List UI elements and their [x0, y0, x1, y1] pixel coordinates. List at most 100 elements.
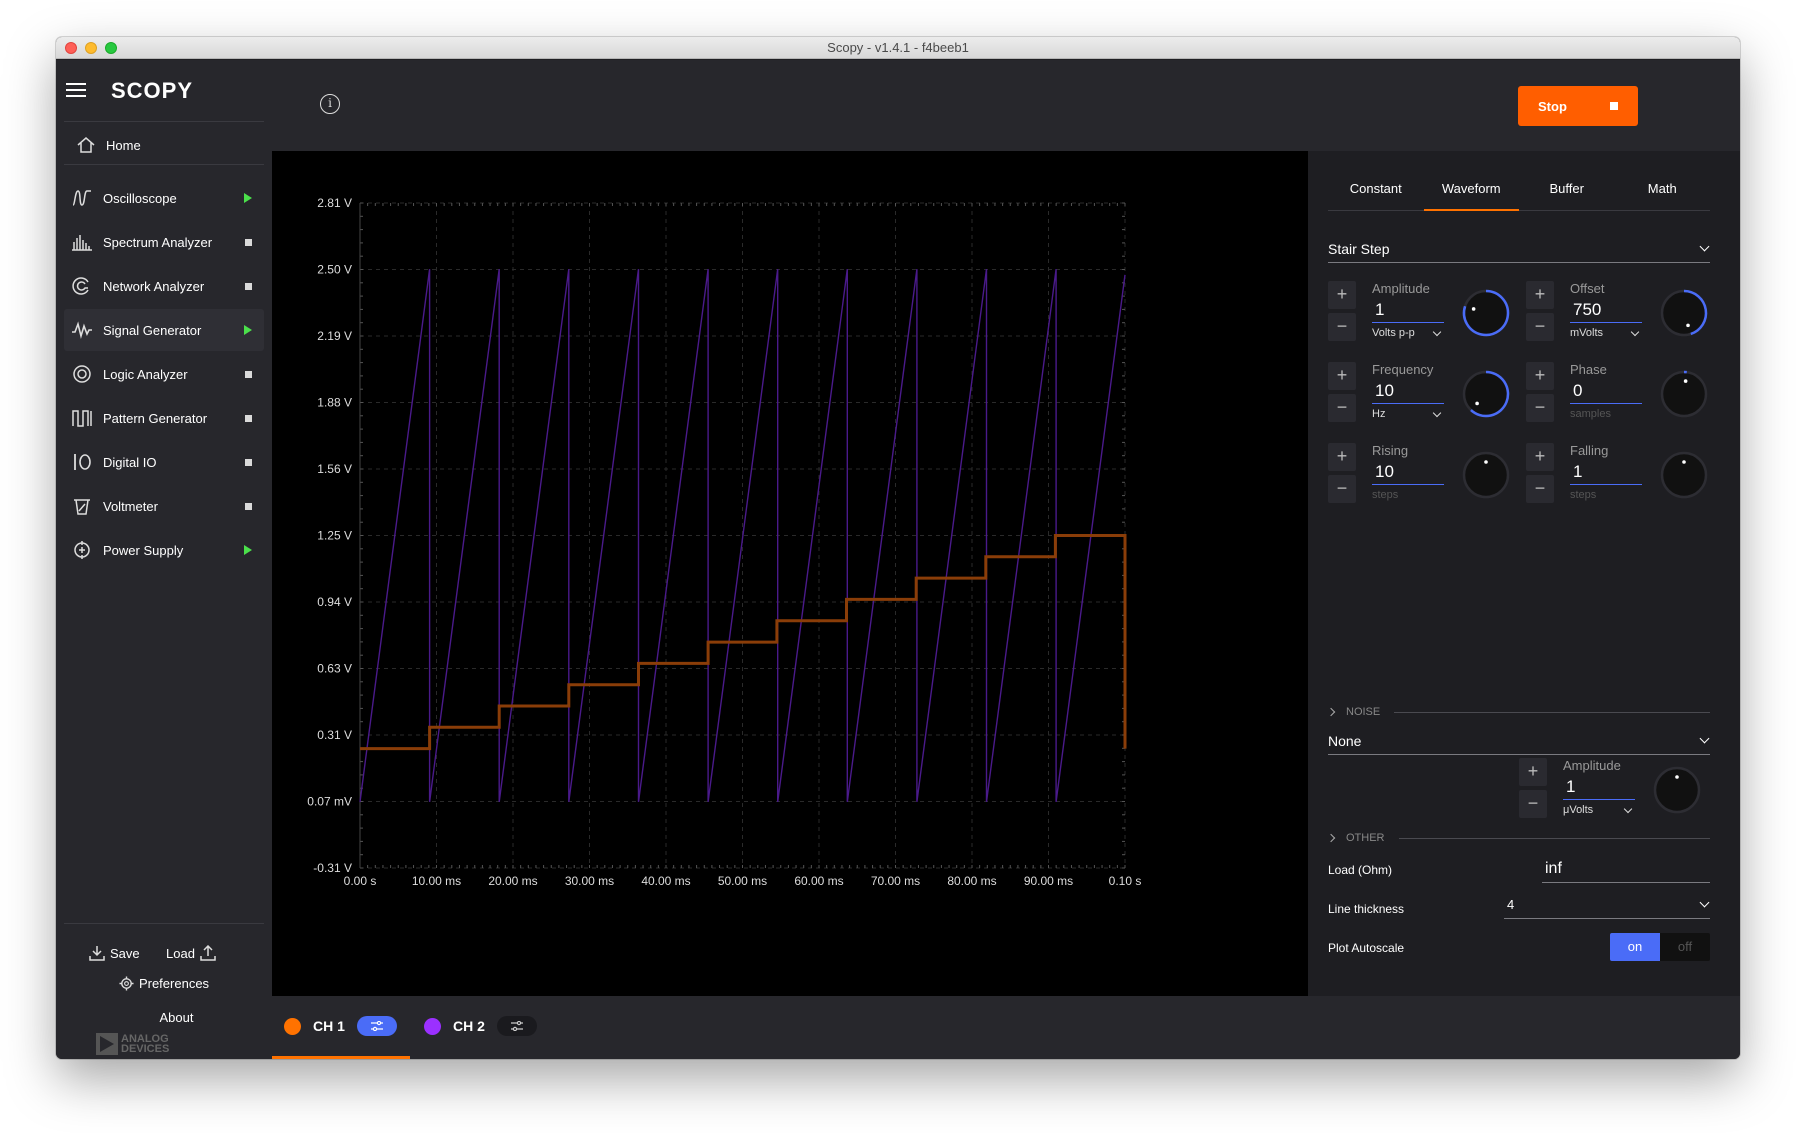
frequency-minus-button[interactable]: −	[1328, 394, 1356, 422]
divider	[64, 164, 264, 165]
about-button[interactable]: About	[56, 1010, 272, 1025]
sidebar-item-signal-generator[interactable]: Signal Generator	[64, 309, 264, 351]
chevron-right-icon	[1326, 707, 1336, 717]
offset-minus-button[interactable]: −	[1526, 313, 1554, 341]
frequency-knob[interactable]	[1460, 368, 1512, 420]
waveform-type-select[interactable]: Stair Step	[1328, 235, 1710, 263]
channel-2[interactable]: CH 2	[424, 1011, 537, 1041]
home-label: Home	[106, 137, 141, 153]
offset-unit-select[interactable]: mVolts	[1570, 327, 1642, 339]
stop-indicator-icon[interactable]	[245, 238, 252, 246]
noise-amplitude-unit-select[interactable]: μVolts	[1563, 804, 1635, 816]
run-indicator-icon[interactable]	[244, 545, 252, 555]
knob-indicator	[1686, 323, 1690, 328]
stop-indicator-icon[interactable]	[245, 502, 252, 510]
stop-indicator-icon[interactable]	[245, 282, 252, 290]
stop-square-icon	[1610, 102, 1618, 110]
frequency-plus-button[interactable]: +	[1328, 362, 1356, 390]
sidebar-item-spectrum-analyzer[interactable]: Spectrum Analyzer	[64, 221, 264, 263]
rising-knob[interactable]	[1460, 449, 1512, 501]
noise-amplitude-plus-button[interactable]: +	[1519, 758, 1547, 786]
run-indicator-icon[interactable]	[244, 325, 252, 335]
toggle-off[interactable]: off	[1660, 933, 1710, 961]
preferences-button[interactable]: Preferences	[119, 976, 209, 991]
rising-input[interactable]: 10	[1372, 461, 1444, 485]
plot-autoscale-toggle[interactable]: on off	[1610, 933, 1710, 961]
noise-amplitude-minus-button[interactable]: −	[1519, 790, 1547, 818]
channel-2-settings-icon[interactable]	[496, 1016, 537, 1036]
tab-math[interactable]: Math	[1615, 171, 1711, 210]
x-tick-label: 90.00 ms	[1024, 874, 1073, 888]
hamburger-menu-icon[interactable]	[66, 83, 86, 97]
offset-input[interactable]: 750	[1570, 299, 1642, 323]
phase-input[interactable]: 0	[1570, 380, 1642, 404]
run-indicator-icon[interactable]	[244, 193, 252, 203]
frequency-input[interactable]: 10	[1372, 380, 1444, 404]
noise-type-select[interactable]: None	[1328, 727, 1710, 755]
digital-io-icon	[71, 451, 93, 473]
x-tick-label: 40.00 ms	[641, 874, 690, 888]
sidebar-item-oscilloscope[interactable]: Oscilloscope	[64, 177, 264, 219]
rising-spinbox: + − Rising 10 steps	[1328, 443, 1526, 523]
home-icon	[77, 137, 95, 153]
stop-indicator-icon[interactable]	[245, 458, 252, 466]
noise-amplitude-input[interactable]: 1	[1563, 776, 1635, 800]
frequency-unit-select[interactable]: Hz	[1372, 408, 1444, 420]
line-thickness-select[interactable]: 4	[1504, 891, 1710, 919]
rising-minus-button[interactable]: −	[1328, 475, 1356, 503]
oscilloscope-icon	[71, 187, 93, 209]
close-window-button[interactable]	[65, 42, 77, 54]
save-icon	[89, 946, 105, 961]
offset-knob[interactable]	[1658, 287, 1710, 339]
amplitude-knob[interactable]	[1460, 287, 1512, 339]
sidebar-item-power-supply[interactable]: Power Supply	[64, 529, 264, 571]
sidebar-item-digital-io[interactable]: Digital IO	[64, 441, 264, 483]
sidebar-item-pattern-generator[interactable]: Pattern Generator	[64, 397, 264, 439]
load-input[interactable]: inf	[1542, 855, 1710, 883]
phase-minus-button[interactable]: −	[1526, 394, 1554, 422]
stop-button[interactable]: Stop	[1518, 86, 1638, 126]
y-tick-label: 1.88 V	[317, 396, 352, 410]
phase-plus-button[interactable]: +	[1526, 362, 1554, 390]
falling-plus-button[interactable]: +	[1526, 443, 1554, 471]
tab-buffer[interactable]: Buffer	[1519, 171, 1615, 210]
channel-1-settings-icon[interactable]	[356, 1016, 397, 1036]
signal-plot[interactable]: 2.81 V 2.50 V 2.19 V 1.88 V 1.56 V 1.25 V 0.94…	[272, 151, 1308, 996]
amplitude-plus-button[interactable]: +	[1328, 281, 1356, 309]
toggle-on[interactable]: on	[1610, 933, 1660, 961]
maximize-window-button[interactable]	[105, 42, 117, 54]
offset-plus-button[interactable]: +	[1526, 281, 1554, 309]
amplitude-unit-select[interactable]: Volts p-p	[1372, 327, 1444, 339]
stop-indicator-icon[interactable]	[245, 414, 252, 422]
y-tick-label: 2.19 V	[317, 329, 352, 343]
plot-area[interactable]: 2.81 V 2.50 V 2.19 V 1.88 V 1.56 V 1.25 V 0.94…	[272, 151, 1308, 996]
info-icon[interactable]: i	[320, 94, 340, 114]
falling-input[interactable]: 1	[1570, 461, 1642, 485]
other-section-header[interactable]: OTHER	[1326, 832, 1710, 844]
minimize-window-button[interactable]	[85, 42, 97, 54]
knob-body	[1462, 451, 1510, 499]
panel-tabs: Constant Waveform Buffer Math	[1328, 171, 1710, 211]
noise-amplitude-spinbox: + − Amplitude 1 μVolts	[1519, 758, 1717, 838]
falling-minus-button[interactable]: −	[1526, 475, 1554, 503]
analog-devices-logo-icon	[96, 1033, 118, 1055]
sidebar-item-network-analyzer[interactable]: Network Analyzer	[64, 265, 264, 307]
save-button[interactable]: Save	[89, 945, 140, 961]
channel-1[interactable]: CH 1	[284, 1011, 397, 1041]
noise-amplitude-knob[interactable]	[1651, 764, 1703, 816]
amplitude-input[interactable]: 1	[1372, 299, 1444, 323]
amplitude-minus-button[interactable]: −	[1328, 313, 1356, 341]
chevron-down-icon	[1432, 327, 1442, 337]
home-button[interactable]: Home	[76, 130, 141, 160]
load-button[interactable]: Load	[166, 945, 216, 961]
tab-waveform[interactable]: Waveform	[1423, 171, 1520, 211]
x-tick-label: 60.00 ms	[794, 874, 843, 888]
stop-indicator-icon[interactable]	[245, 370, 252, 378]
tab-constant[interactable]: Constant	[1328, 171, 1424, 210]
sidebar-item-logic-analyzer[interactable]: Logic Analyzer	[64, 353, 264, 395]
falling-knob[interactable]	[1658, 449, 1710, 501]
noise-section-header[interactable]: NOISE	[1326, 706, 1710, 718]
sidebar-item-voltmeter[interactable]: Voltmeter	[64, 485, 264, 527]
rising-plus-button[interactable]: +	[1328, 443, 1356, 471]
phase-knob[interactable]	[1658, 368, 1710, 420]
